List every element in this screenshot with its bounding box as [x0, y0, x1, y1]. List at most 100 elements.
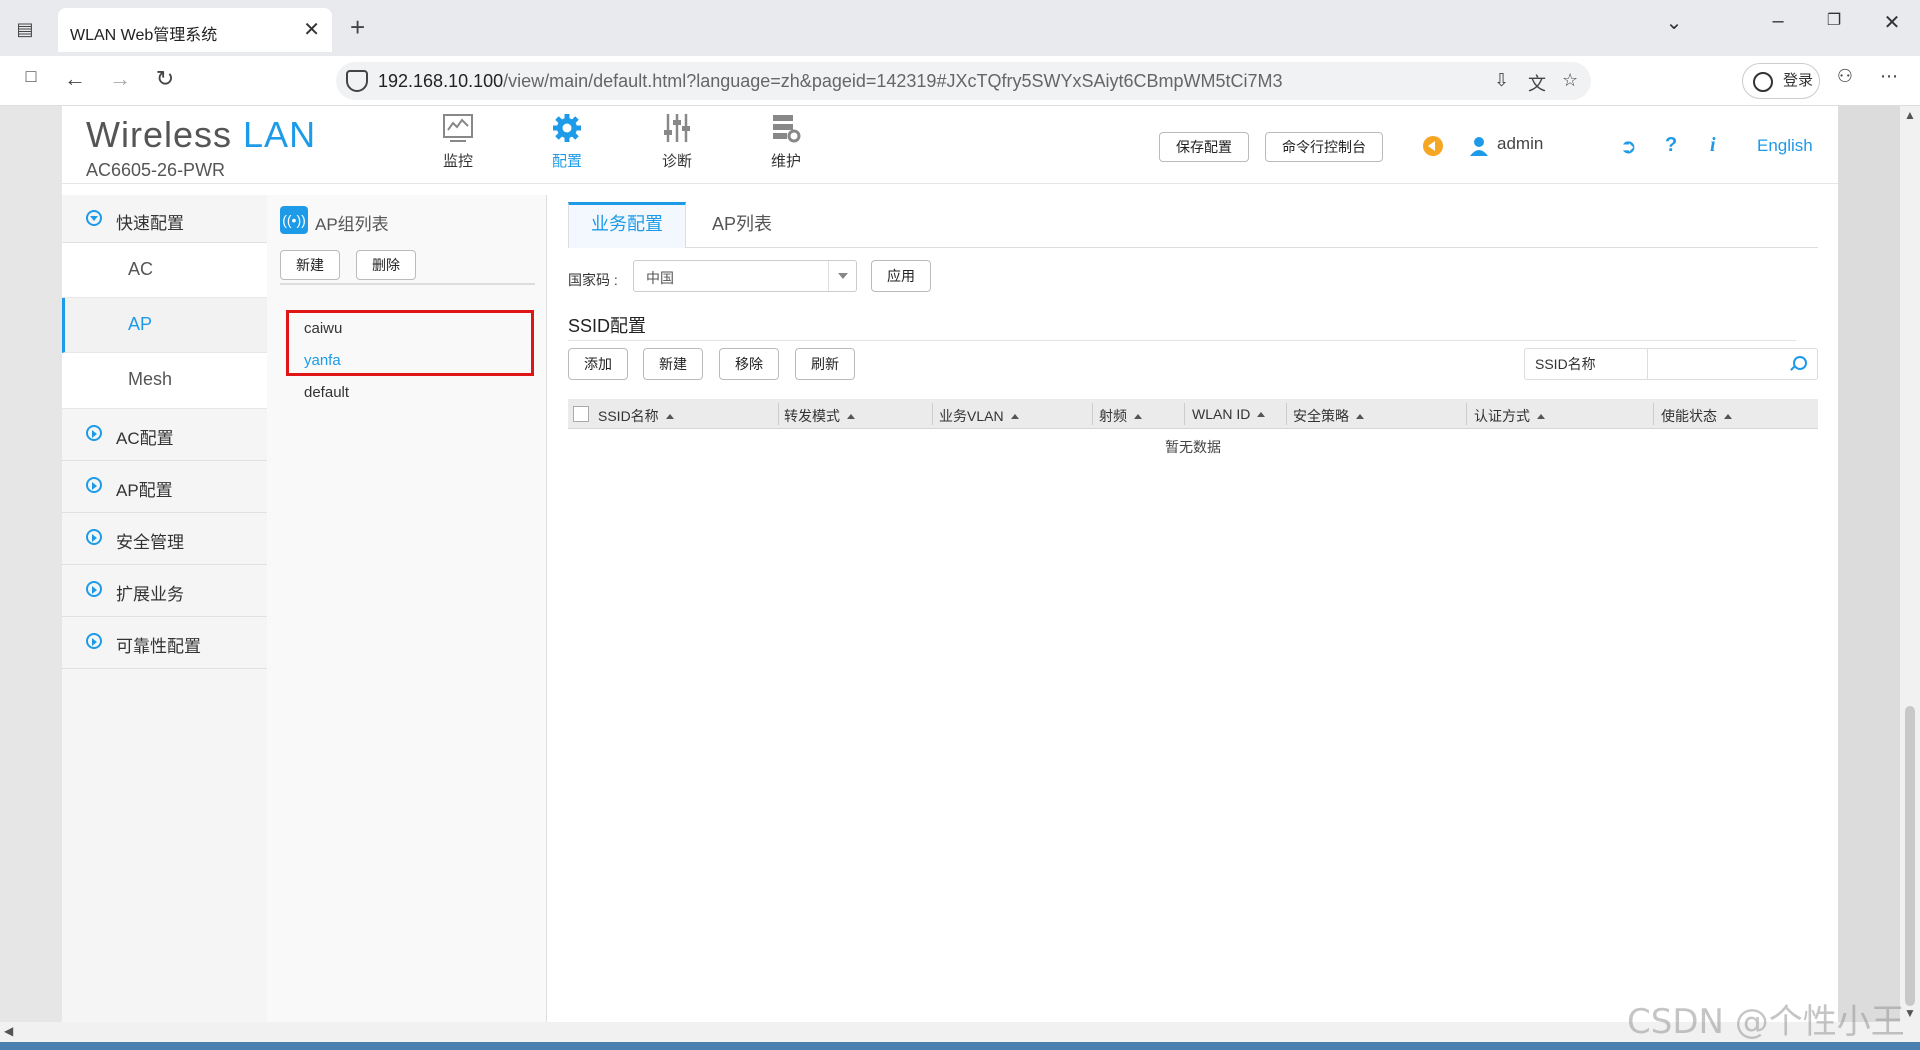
column-auth-method[interactable]: 认证方式 [1474, 406, 1545, 426]
nav-maintain[interactable]: 维护 [751, 112, 821, 171]
tab-title: WLAN Web管理系统 [70, 27, 218, 44]
column-radio[interactable]: 射频 [1099, 406, 1142, 426]
nav-monitor-label: 监控 [442, 153, 473, 170]
help-icon[interactable]: ? [1665, 134, 1677, 157]
tab-ap-list[interactable]: AP列表 [690, 202, 794, 248]
sort-icon [1134, 414, 1142, 419]
language-switch[interactable]: English [1757, 136, 1813, 156]
search-icon[interactable] [1793, 356, 1807, 370]
menu-extended[interactable]: 扩展业务 [62, 565, 267, 617]
scroll-left-icon[interactable]: ◀ [4, 1024, 13, 1038]
wireless-icon: ((•)) [280, 206, 308, 234]
column-divider[interactable] [778, 403, 779, 425]
device-model: AC6605-26-PWR [86, 160, 226, 180]
chevron-down-icon[interactable] [828, 261, 856, 291]
nav-config-label: 配置 [551, 153, 582, 170]
shield-icon[interactable] [346, 70, 368, 92]
left-menu: 快速配置 AC AP Mesh AC配置 AP配置 安全管理 扩展业务 可靠性配… [62, 195, 267, 1022]
maintain-icon [770, 112, 802, 144]
column-divider[interactable] [1653, 403, 1654, 425]
reload-icon[interactable]: ↻ [150, 66, 180, 92]
menu-security[interactable]: 安全管理 [62, 513, 267, 565]
menu-reliability-label: 可靠性配置 [116, 637, 201, 656]
nav-maintain-label: 维护 [770, 153, 801, 170]
select-all-checkbox[interactable] [573, 406, 589, 422]
new-group-button[interactable]: 新建 [280, 250, 340, 280]
column-wlan-id[interactable]: WLAN ID [1192, 406, 1266, 422]
extensions-icon[interactable]: ⚇ [1830, 66, 1860, 87]
save-config-button[interactable]: 保存配置 [1159, 132, 1249, 162]
forward-icon[interactable]: → [105, 66, 135, 92]
country-code-select[interactable]: 中国 [633, 260, 857, 292]
star-icon[interactable]: ☆ [1562, 70, 1578, 91]
column-divider[interactable] [1286, 403, 1287, 425]
column-ssid-name[interactable]: SSID名称 [598, 406, 674, 426]
login-button[interactable]: 登录 [1742, 63, 1820, 99]
translate-icon[interactable]: 文 [1528, 70, 1546, 96]
sort-icon [665, 414, 674, 419]
browser-tab[interactable]: WLAN Web管理系统 ✕ [58, 8, 332, 52]
menu-ac-config[interactable]: AC配置 [62, 409, 267, 461]
ap-group-panel: ((•)) AP组列表 新建 删除 caiwu yanfa default [267, 195, 547, 1022]
column-divider[interactable] [1466, 403, 1467, 425]
close-icon[interactable]: ✕ [303, 17, 320, 42]
minimize-icon[interactable]: – [1758, 10, 1798, 33]
refresh-button[interactable]: 刷新 [795, 348, 855, 380]
console-button[interactable]: 命令行控制台 [1265, 132, 1383, 162]
menu-ap-config[interactable]: AP配置 [62, 461, 267, 513]
nav-monitor[interactable]: 监控 [423, 112, 493, 171]
more-icon[interactable]: ⋯ [1874, 66, 1904, 87]
menu-quick-config-label: 快速配置 [116, 214, 184, 233]
menu-sub-ac[interactable]: AC [62, 243, 267, 298]
taskbar-strip [0, 1042, 1920, 1050]
sidebar-toggle-icon[interactable]: □ [16, 66, 46, 87]
download-icon[interactable]: ⇩ [1494, 70, 1509, 91]
country-code-label: 国家码 : [568, 272, 618, 288]
user-icon [1469, 135, 1489, 163]
group-item-default[interactable]: default [304, 384, 349, 401]
menu-sub-mesh[interactable]: Mesh [62, 353, 267, 409]
new-tab-icon[interactable]: + [350, 12, 365, 43]
url-text: 192.168.10.100/view/main/default.html?la… [378, 71, 1283, 91]
column-service-vlan[interactable]: 业务VLAN [939, 406, 1019, 426]
scroll-down-icon[interactable]: ▼ [1904, 1006, 1916, 1020]
delete-group-button[interactable]: 删除 [356, 250, 416, 280]
column-divider[interactable] [1184, 403, 1185, 425]
new-button[interactable]: 新建 [643, 348, 703, 380]
column-enable-state[interactable]: 使能状态 [1661, 406, 1732, 426]
menu-sub-ap[interactable]: AP [62, 298, 267, 353]
tab-actions-icon[interactable]: ▤ [12, 16, 38, 42]
alarm-icon[interactable] [1422, 135, 1444, 163]
gear-icon [551, 112, 583, 144]
column-security-policy[interactable]: 安全策略 [1293, 406, 1364, 426]
menu-reliability[interactable]: 可靠性配置 [62, 617, 267, 669]
menu-ac-config-label: AC配置 [116, 429, 174, 448]
brand-logo: Wireless LAN [86, 114, 317, 155]
tab-service-config[interactable]: 业务配置 [568, 202, 686, 248]
empty-table-message: 暂无数据 [1165, 439, 1221, 455]
column-divider[interactable] [932, 403, 933, 425]
apply-button[interactable]: 应用 [871, 260, 931, 292]
window-close-icon[interactable]: ✕ [1872, 10, 1912, 35]
monitor-icon [442, 112, 474, 144]
url-field[interactable]: 192.168.10.100/view/main/default.html?la… [336, 62, 1591, 100]
add-button[interactable]: 添加 [568, 348, 628, 380]
nav-config[interactable]: 配置 [532, 112, 602, 171]
column-divider[interactable] [1092, 403, 1093, 425]
scroll-up-icon[interactable]: ▲ [1904, 108, 1916, 122]
back-icon[interactable]: ← [60, 66, 90, 92]
nav-diagnose[interactable]: 诊断 [642, 112, 712, 171]
info-icon[interactable]: i [1710, 134, 1716, 157]
user-name: admin [1497, 134, 1544, 153]
vertical-scrollbar[interactable]: ▲ ▼ [1900, 106, 1920, 1022]
column-forward-mode[interactable]: 转发模式 [784, 406, 855, 426]
remove-button[interactable]: 移除 [719, 348, 779, 380]
diagnose-icon [661, 112, 693, 144]
logout-icon[interactable]: ➲ [1620, 134, 1637, 159]
sort-icon [1010, 414, 1019, 419]
scroll-thumb[interactable] [1905, 706, 1915, 1006]
tab-list-icon[interactable]: ⌄ [1654, 10, 1694, 35]
restore-icon[interactable]: ❐ [1814, 10, 1854, 30]
collapse-icon [86, 425, 102, 441]
menu-quick-config[interactable]: 快速配置 [62, 195, 267, 243]
